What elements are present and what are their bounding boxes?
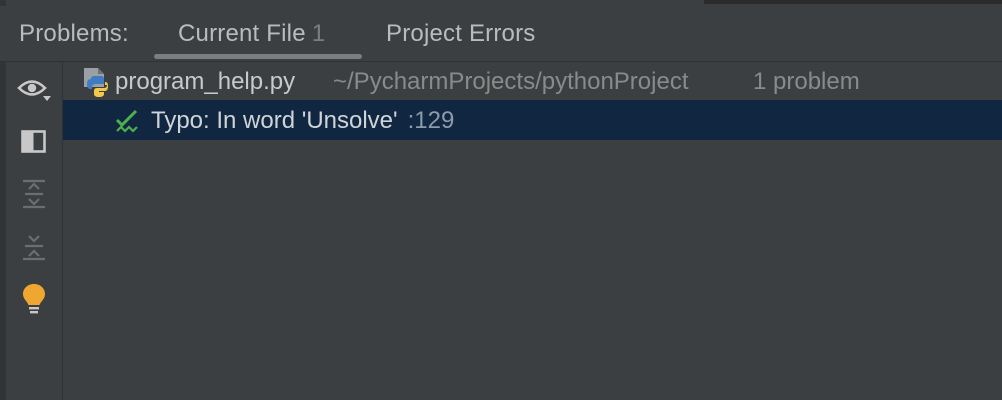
expand-all-icon (23, 179, 45, 209)
tab-bar: Problems: Current File 1 Project Errors (0, 6, 1002, 62)
tab-current-file-label: Current File (178, 20, 306, 47)
collapse-all-button[interactable] (16, 228, 52, 264)
tab-project-errors-label: Project Errors (386, 20, 536, 47)
typo-icon (115, 109, 138, 133)
problems-tool-window: Problems: Current File1 Project Errors (0, 0, 1002, 400)
preview-toggle-button[interactable] (16, 124, 52, 160)
file-node[interactable]: program_help.py ~/PycharmProjects/python… (63, 62, 1002, 100)
show-options-button[interactable] (16, 72, 52, 108)
problem-count: 1 problem (753, 68, 860, 95)
lightbulb-icon (23, 284, 45, 314)
active-tab-indicator (154, 54, 362, 59)
top-scroll-edge (704, 0, 1002, 4)
problem-message: Typo: In word 'Unsolve' (151, 107, 398, 134)
python-file-icon (84, 68, 108, 97)
problem-row[interactable]: Typo: In word 'Unsolve' :129 (63, 100, 1002, 140)
side-toolbar (6, 62, 63, 400)
tab-current-file[interactable]: Current File 1 (178, 20, 325, 48)
eye-icon (17, 80, 51, 101)
file-name: program_help.py (115, 68, 296, 95)
preview-panel-icon (21, 130, 46, 153)
expand-all-button[interactable] (16, 176, 52, 212)
collapse-all-icon (23, 235, 45, 261)
problem-line-number: :129 (407, 107, 455, 134)
panel-title: Problems: (19, 20, 129, 47)
file-path: ~/PycharmProjects/pythonProject (333, 68, 689, 95)
quick-fix-button[interactable] (16, 280, 52, 316)
problems-tree: program_help.py ~/PycharmProjects/python… (63, 62, 1002, 400)
tab-current-file-count: 1 (311, 20, 326, 47)
problem-description: Typo: In word 'Unsolve' :129 (151, 107, 454, 135)
tab-project-errors[interactable]: Project Errors (386, 20, 536, 48)
